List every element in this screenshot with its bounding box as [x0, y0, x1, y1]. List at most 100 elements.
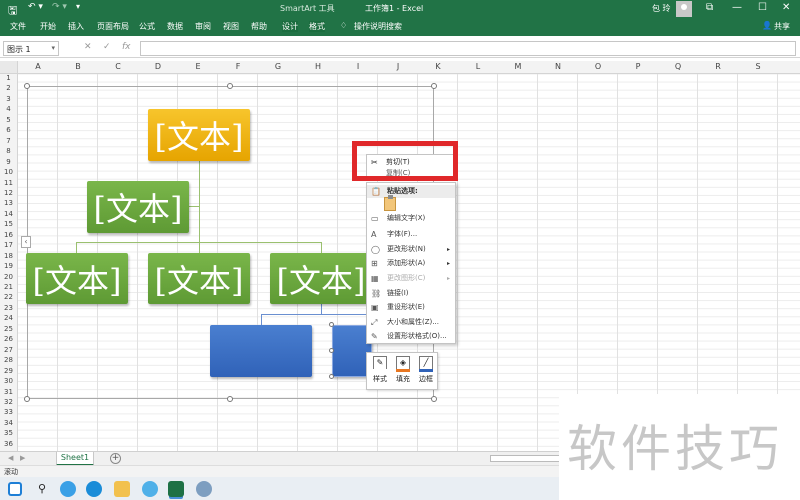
row-header[interactable]: 26	[0, 335, 17, 343]
menu-item[interactable]: ✎ 设置形状格式(O)...	[367, 330, 455, 343]
row-header[interactable]: 18	[0, 252, 17, 260]
browser-icon[interactable]	[142, 481, 158, 497]
row-header[interactable]: 16	[0, 231, 17, 239]
column-header[interactable]: B	[58, 62, 98, 71]
column-header[interactable]: S	[738, 62, 778, 71]
shape-handle[interactable]	[329, 374, 334, 379]
add-sheet-button[interactable]: +	[110, 453, 121, 464]
column-header[interactable]: H	[298, 62, 338, 71]
tab-format[interactable]: 格式	[309, 21, 325, 32]
app-icon[interactable]	[196, 481, 212, 497]
smartart-node-assistant[interactable]: [文本]	[87, 181, 189, 233]
resize-handle[interactable]	[431, 396, 437, 402]
menu-item[interactable]: ▭ 编辑文字(X)	[367, 212, 455, 225]
tab-insert[interactable]: 插入	[68, 21, 84, 32]
windows-start-icon[interactable]	[8, 482, 22, 496]
search-icon[interactable]: ⚲	[34, 481, 50, 497]
tab-design[interactable]: 设计	[282, 21, 298, 32]
paste-icon[interactable]	[384, 195, 396, 211]
cancel-icon[interactable]: ✕	[84, 42, 92, 52]
share-button[interactable]: 👤	[762, 21, 772, 30]
row-header[interactable]: 20	[0, 273, 17, 281]
column-header[interactable]: J	[378, 62, 418, 71]
column-header[interactable]: K	[418, 62, 458, 71]
column-header[interactable]: D	[138, 62, 178, 71]
resize-handle[interactable]	[431, 83, 437, 89]
user-name[interactable]: 包 玲	[652, 3, 671, 14]
tab-page-layout[interactable]: 页面布局	[97, 21, 129, 32]
column-header[interactable]: R	[698, 62, 738, 71]
column-header[interactable]: G	[258, 62, 298, 71]
column-header[interactable]: L	[458, 62, 498, 71]
row-header[interactable]: 8	[0, 147, 17, 155]
row-header[interactable]: 32	[0, 398, 17, 406]
row-header[interactable]: 35	[0, 429, 17, 437]
mini-toolbar-button[interactable]: ✎ 样式	[369, 356, 391, 384]
row-header[interactable]: 30	[0, 377, 17, 385]
row-header[interactable]: 14	[0, 210, 17, 218]
formula-input[interactable]	[140, 41, 796, 56]
menu-item[interactable]: A 字体(F)...	[367, 228, 455, 241]
smartart-node-top[interactable]: [文本]	[148, 109, 250, 161]
row-header[interactable]: 2	[0, 84, 17, 92]
resize-handle[interactable]	[24, 83, 30, 89]
row-header[interactable]: 1	[0, 74, 17, 82]
column-header[interactable]: F	[218, 62, 258, 71]
row-header[interactable]: 9	[0, 158, 17, 166]
smartart-node-sub-1[interactable]	[210, 325, 312, 377]
column-header[interactable]: C	[98, 62, 138, 71]
customize-quick-access-icon[interactable]: ▾	[76, 2, 80, 11]
column-header[interactable]: M	[498, 62, 538, 71]
tab-help[interactable]: 帮助	[251, 21, 267, 32]
row-header[interactable]: 27	[0, 346, 17, 354]
resize-handle[interactable]	[24, 396, 30, 402]
smartart-node-child-3[interactable]: [文本]	[270, 253, 372, 304]
redo-button[interactable]: ↷ ▾	[52, 2, 67, 12]
row-header[interactable]: 12	[0, 189, 17, 197]
row-header[interactable]: 31	[0, 388, 17, 396]
tab-data[interactable]: 数据	[167, 21, 183, 32]
column-header[interactable]: A	[18, 62, 58, 71]
row-header[interactable]: 15	[0, 220, 17, 228]
row-header[interactable]: 13	[0, 199, 17, 207]
maximize-button[interactable]: ☐	[758, 2, 767, 13]
menu-item[interactable]: ⤢ 大小和属性(Z)...	[367, 316, 455, 329]
menu-item[interactable]: ⊞ 添加形状(A) ▸	[367, 257, 455, 270]
row-header[interactable]: 25	[0, 325, 17, 333]
edge-icon[interactable]	[86, 481, 102, 497]
smartart-node-child-1[interactable]: [文本]	[26, 253, 128, 304]
tell-me-search[interactable]: 操作说明搜索	[354, 21, 402, 32]
insert-function-icon[interactable]: fx	[122, 42, 131, 52]
tab-home[interactable]: 开始	[40, 21, 56, 32]
avatar[interactable]	[676, 1, 692, 17]
row-header[interactable]: 4	[0, 105, 17, 113]
menu-item[interactable]: ⛓ 链接(I)	[367, 287, 455, 300]
shape-handle[interactable]	[329, 348, 334, 353]
column-header[interactable]: Q	[658, 62, 698, 71]
row-header[interactable]: 28	[0, 356, 17, 364]
row-header[interactable]: 19	[0, 262, 17, 270]
scroll-left-icon[interactable]: ◀	[8, 454, 13, 462]
text-pane-toggle[interactable]: ‹	[21, 236, 31, 248]
close-button[interactable]: ✕	[782, 2, 790, 13]
minimize-button[interactable]: —	[732, 2, 742, 13]
smartart-node-child-2[interactable]: [文本]	[148, 253, 250, 304]
column-header[interactable]: O	[578, 62, 618, 71]
row-header[interactable]: 29	[0, 367, 17, 375]
row-header[interactable]: 34	[0, 419, 17, 427]
share-label[interactable]: 共享	[774, 21, 790, 32]
undo-button[interactable]: ↶ ▾	[28, 2, 43, 12]
chevron-down-icon[interactable]: ▾	[51, 44, 55, 52]
file-explorer-icon[interactable]	[114, 481, 130, 497]
ribbon-display-options-icon[interactable]: ⧉	[706, 2, 713, 13]
select-all-corner[interactable]	[0, 61, 18, 74]
shape-handle[interactable]	[329, 322, 334, 327]
row-header[interactable]: 17	[0, 241, 17, 249]
mini-toolbar-button[interactable]: ◈ 填充	[392, 356, 414, 384]
tab-review[interactable]: 审阅	[195, 21, 211, 32]
menu-item[interactable]: ◯ 更改形状(N) ▸	[367, 243, 455, 256]
ie-icon[interactable]	[60, 481, 76, 497]
tab-formulas[interactable]: 公式	[139, 21, 155, 32]
row-header[interactable]: 6	[0, 126, 17, 134]
resize-handle[interactable]	[227, 396, 233, 402]
